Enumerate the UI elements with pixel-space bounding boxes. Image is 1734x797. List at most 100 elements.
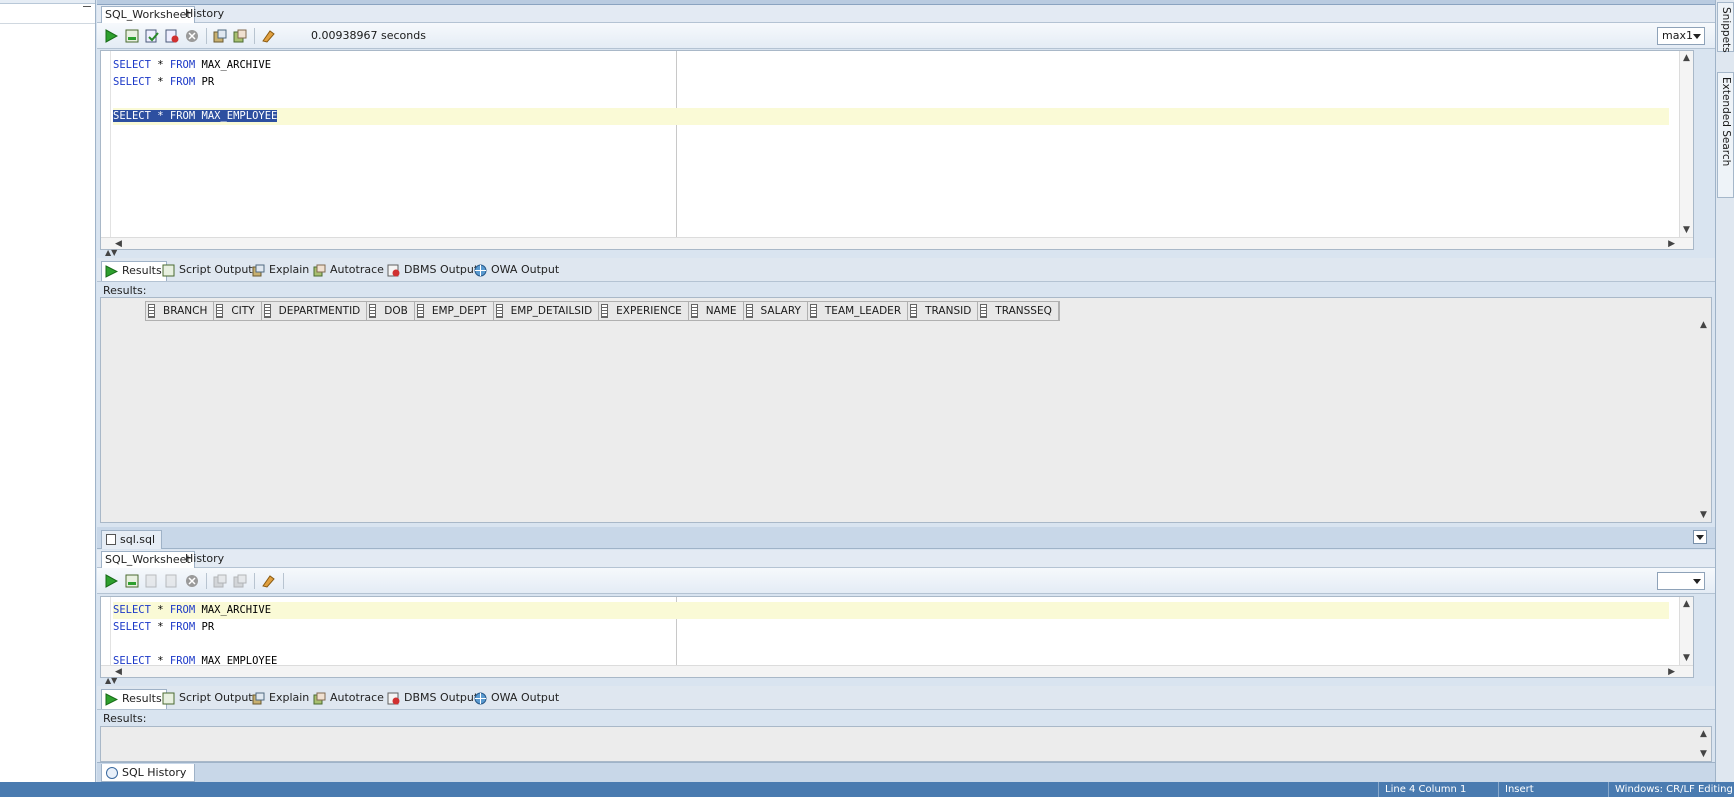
document-list-button[interactable]: [1693, 530, 1707, 544]
tab-history[interactable]: History: [182, 6, 227, 23]
connection-selector[interactable]: max1: [1657, 27, 1705, 45]
tab-dbms-output[interactable]: DBMS Output: [384, 689, 482, 709]
scroll-right-icon[interactable]: ▶: [1668, 667, 1675, 677]
column-header[interactable]: EMP_DETAILSID: [494, 302, 600, 320]
tab-label: Autotrace: [330, 263, 384, 276]
scroll-down-icon[interactable]: ▼: [1683, 225, 1690, 235]
clear-eraser-icon[interactable]: [260, 28, 276, 44]
tab-owa-output[interactable]: OWA Output: [471, 689, 563, 709]
column-header[interactable]: EMP_DEPT: [415, 302, 494, 320]
code-line-current[interactable]: SELECT * FROM MAX_ARCHIVE: [113, 602, 1669, 619]
upper-results-tabs: Results Script Output Explain Autotrace …: [97, 258, 1715, 282]
tab-results[interactable]: Results: [101, 689, 167, 709]
clear-eraser-icon[interactable]: [260, 573, 276, 589]
column-pin-icon[interactable]: [416, 304, 424, 318]
column-pin-icon[interactable]: [369, 304, 377, 318]
scroll-down-icon[interactable]: ▼: [1683, 653, 1690, 663]
run-script-icon[interactable]: [124, 573, 140, 589]
code-line[interactable]: SELECT * FROM PR: [113, 74, 1669, 91]
column-header[interactable]: DEPARTMENTID: [262, 302, 368, 320]
column-pin-icon[interactable]: [495, 304, 503, 318]
connections-tree-row[interactable]: [0, 4, 95, 24]
column-pin-icon[interactable]: [690, 304, 698, 318]
cancel-icon[interactable]: [184, 573, 200, 589]
editor-horizontal-scrollbar[interactable]: ◀ ▶: [101, 237, 1693, 249]
results-grid[interactable]: BRANCH CITY DEPARTMENTID DOB EMP_DEPT EM…: [100, 297, 1712, 523]
column-header[interactable]: EXPERIENCE: [599, 302, 689, 320]
grid-vertical-scrollbar[interactable]: ▲ ▼: [1697, 727, 1711, 761]
column-pin-icon[interactable]: [809, 304, 817, 318]
snippets-tab[interactable]: Snippets: [1717, 2, 1734, 53]
editor-horizontal-scrollbar[interactable]: ◀ ▶: [101, 665, 1693, 677]
tab-label: Explain: [269, 263, 310, 276]
column-header[interactable]: NAME: [689, 302, 744, 320]
run-statement-icon[interactable]: [103, 573, 119, 589]
tab-explain[interactable]: Explain: [249, 689, 313, 709]
globe-icon: [474, 264, 487, 277]
column-pin-icon[interactable]: [263, 304, 271, 318]
rollback-icon[interactable]: [164, 28, 180, 44]
rollback-icon[interactable]: [164, 573, 180, 589]
tab-label: Script Output: [179, 263, 253, 276]
column-header[interactable]: CITY: [214, 302, 262, 320]
splitter-arrows-icon[interactable]: ▲▼: [105, 676, 117, 686]
autotrace-icon[interactable]: [212, 28, 228, 44]
scroll-right-icon[interactable]: ▶: [1668, 239, 1675, 249]
column-pin-icon[interactable]: [601, 304, 609, 318]
code-line-current[interactable]: SELECT * FROM MAX_EMPLOYEE: [113, 108, 1669, 125]
explain-plan-icon[interactable]: [232, 28, 248, 44]
scroll-up-icon[interactable]: ▲: [1683, 599, 1690, 609]
tab-sql-worksheet[interactable]: SQL_Worksheet: [101, 6, 195, 23]
column-pin-icon[interactable]: [980, 304, 988, 318]
tab-sql-worksheet[interactable]: SQL_Worksheet: [101, 551, 195, 568]
column-header[interactable]: DOB: [367, 302, 415, 320]
scroll-up-icon[interactable]: ▲: [1700, 729, 1707, 739]
column-pin-icon[interactable]: [216, 304, 224, 318]
tab-script-output[interactable]: Script Output: [159, 689, 257, 709]
grid-vertical-scrollbar[interactable]: ▲ ▼: [1697, 298, 1711, 522]
code-line[interactable]: SELECT * FROM PR: [113, 619, 1669, 636]
tab-autotrace[interactable]: Autotrace: [310, 689, 388, 709]
editor-vertical-scrollbar[interactable]: ▲ ▼: [1679, 51, 1693, 249]
commit-icon[interactable]: [144, 28, 160, 44]
column-pin-icon[interactable]: [745, 304, 753, 318]
right-side-bar: Snippets Extended Search: [1715, 0, 1734, 782]
connection-selector[interactable]: [1657, 572, 1705, 590]
column-pin-icon[interactable]: [148, 304, 155, 318]
code-line[interactable]: SELECT * FROM MAX_ARCHIVE: [113, 57, 1669, 74]
column-header[interactable]: TRANSID: [908, 302, 979, 320]
cancel-icon[interactable]: [184, 28, 200, 44]
tab-script-output[interactable]: Script Output: [159, 261, 257, 281]
lower-sql-editor[interactable]: SELECT * FROM MAX_ARCHIVE SELECT * FROM …: [100, 596, 1694, 678]
column-label: SALARY: [760, 305, 801, 317]
commit-icon[interactable]: [144, 573, 160, 589]
tab-owa-output[interactable]: OWA Output: [471, 261, 563, 281]
scroll-down-icon[interactable]: ▼: [1700, 749, 1707, 759]
editor-results-splitter[interactable]: ▲▼: [97, 248, 1715, 258]
scroll-up-icon[interactable]: ▲: [1700, 320, 1707, 330]
editor-results-splitter[interactable]: ▲▼: [97, 676, 1715, 686]
column-header[interactable]: TRANSSEQ: [978, 302, 1059, 320]
tab-results[interactable]: Results: [101, 261, 167, 281]
upper-sql-editor[interactable]: SELECT * FROM MAX_ARCHIVE SELECT * FROM …: [100, 50, 1694, 250]
explain-plan-icon[interactable]: [232, 573, 248, 589]
scroll-down-icon[interactable]: ▼: [1700, 510, 1707, 520]
tab-explain[interactable]: Explain: [249, 261, 313, 281]
column-header[interactable]: BRANCH: [146, 302, 215, 320]
run-script-icon[interactable]: [124, 28, 140, 44]
column-header[interactable]: SALARY: [744, 302, 808, 320]
extended-search-tab[interactable]: Extended Search: [1717, 72, 1734, 198]
tab-history[interactable]: History: [182, 551, 227, 568]
column-pin-icon[interactable]: [910, 304, 918, 318]
tab-autotrace[interactable]: Autotrace: [310, 261, 388, 281]
tab-sql-history[interactable]: SQL History: [101, 764, 196, 782]
tab-dbms-output[interactable]: DBMS Output: [384, 261, 482, 281]
scroll-up-icon[interactable]: ▲: [1683, 53, 1690, 63]
results-grid[interactable]: ▲ ▼: [100, 726, 1712, 762]
minimize-icon[interactable]: [83, 1, 91, 7]
splitter-arrows-icon[interactable]: ▲▼: [105, 248, 117, 258]
autotrace-icon[interactable]: [212, 573, 228, 589]
run-statement-icon[interactable]: [103, 28, 119, 44]
column-header[interactable]: TEAM_LEADER: [808, 302, 909, 320]
tab-sql-file[interactable]: sql.sql: [101, 530, 163, 549]
